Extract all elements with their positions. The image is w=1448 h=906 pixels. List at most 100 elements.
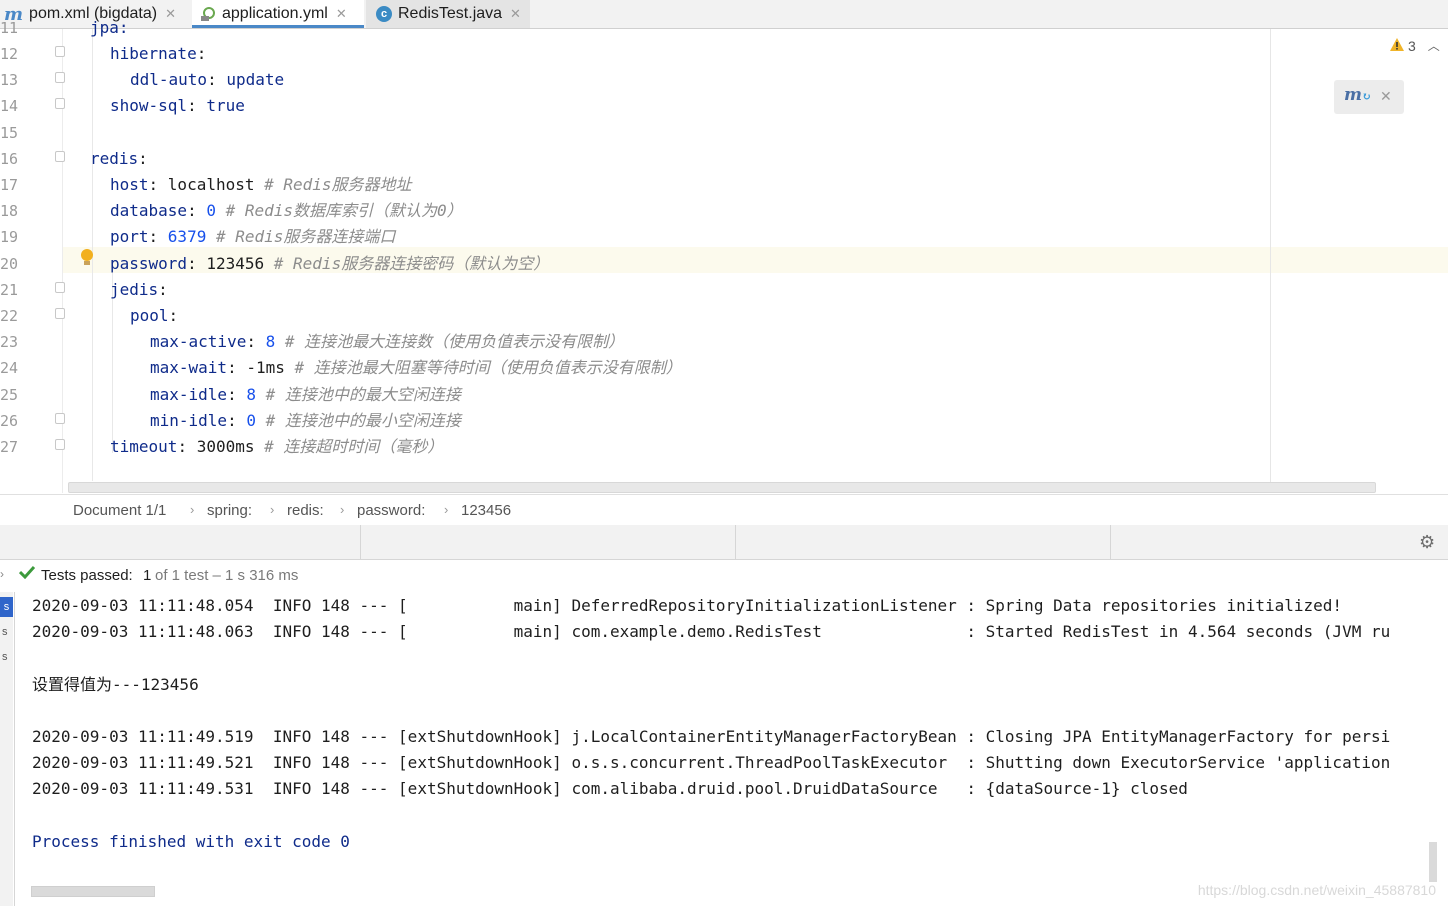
- gear-icon[interactable]: ⚙: [1419, 532, 1435, 553]
- code-sep: :: [158, 279, 168, 299]
- code-sep: :: [148, 175, 168, 194]
- fold-marker[interactable]: [55, 72, 65, 83]
- run-panel-header: ⚙: [0, 525, 1448, 560]
- line-number: 11: [0, 19, 19, 37]
- console-line: 2020-09-03 11:11:49.521 INFO 148 --- [ex…: [32, 753, 1391, 773]
- tests-passed-count: 1: [143, 567, 152, 584]
- console-output[interactable]: 2020-09-03 11:11:48.054 INFO 148 --- [ m…: [14, 592, 1441, 906]
- line-number: 18: [0, 202, 19, 221]
- line-number: 23: [0, 333, 19, 352]
- code-comment: # Redis数据库索引（默认为0）: [225, 201, 463, 221]
- code-line: redis:: [90, 146, 148, 172]
- code-val: localhost: [167, 175, 265, 194]
- warning-icon: [1390, 37, 1404, 54]
- line-number: 16: [0, 149, 19, 168]
- fold-marker[interactable]: [55, 308, 65, 319]
- breadcrumb-password[interactable]: password:: [357, 502, 425, 519]
- line-number: 24: [0, 359, 19, 378]
- console-horizontal-scrollbar[interactable]: [31, 886, 155, 897]
- code-line-partial: jpa:: [90, 18, 129, 37]
- code-sep: :: [177, 437, 197, 456]
- close-icon[interactable]: ✕: [1380, 88, 1392, 105]
- breadcrumb-document[interactable]: Document 1/1: [73, 502, 166, 519]
- fold-marker[interactable]: [55, 282, 65, 293]
- code-key: max-active: [150, 332, 247, 352]
- breadcrumb: Document 1/1 › spring: › redis: › passwo…: [0, 494, 1448, 526]
- horizontal-scrollbar[interactable]: [68, 482, 1376, 493]
- line-number: 17: [0, 176, 19, 194]
- code-key: max-idle: [150, 384, 228, 404]
- test-tree-item[interactable]: s: [0, 597, 13, 617]
- watermark: https://blog.csdn.net/weixin_45887810: [1197, 882, 1436, 898]
- chevron-right-icon: ›: [444, 502, 449, 517]
- code-line: timeout: 3000ms # 连接超时时间（毫秒）: [110, 434, 443, 460]
- code-key: max-wait: [150, 358, 228, 378]
- code-val: 0: [206, 201, 226, 221]
- code-val: 8: [265, 332, 285, 352]
- test-tree-strip: s s s: [0, 592, 13, 906]
- fold-marker[interactable]: [55, 98, 65, 109]
- close-tab-icon[interactable]: ✕: [510, 6, 521, 22]
- code-comment: # 连接池最大阻塞等待时间（使用负值表示没有限制）: [294, 358, 682, 378]
- tests-passed-detail: of 1 test – 1 s 316 ms: [155, 567, 299, 584]
- maven-reload-icon[interactable]: m↻: [1344, 85, 1371, 105]
- code-val: 6379: [167, 227, 216, 247]
- code-key: jedis: [110, 279, 159, 299]
- warnings-indicator[interactable]: 3 ︿: [1390, 37, 1440, 54]
- fold-marker[interactable]: [55, 413, 65, 424]
- java-class-icon: c: [376, 6, 392, 22]
- code-line: max-idle: 8 # 连接池中的最大空闲连接: [150, 382, 461, 408]
- fold-marker[interactable]: [55, 439, 65, 450]
- test-tree-item[interactable]: s: [2, 651, 8, 663]
- tests-passed-label: Tests passed:: [41, 567, 133, 584]
- console-line: 2020-09-03 11:11:49.531 INFO 148 --- [ex…: [32, 779, 1188, 799]
- close-tab-icon[interactable]: ✕: [165, 6, 176, 22]
- code-val: 0: [246, 410, 266, 430]
- code-sep: :: [207, 70, 227, 90]
- code-key: redis: [90, 148, 139, 168]
- code-sep: :: [187, 253, 207, 273]
- code-comment: # 连接池中的最小空闲连接: [265, 410, 461, 430]
- code-line: ddl-auto: update: [130, 67, 284, 93]
- code-line: hibernate:: [110, 41, 206, 67]
- breadcrumb-redis[interactable]: redis:: [287, 502, 324, 519]
- tab-redistest-java[interactable]: c RedisTest.java ✕: [366, 0, 530, 28]
- lightbulb-icon[interactable]: [80, 248, 94, 273]
- code-val: true: [206, 96, 245, 116]
- tab-label: RedisTest.java: [398, 5, 503, 22]
- code-key: show-sql: [110, 96, 188, 116]
- line-number: 26: [0, 411, 19, 430]
- tab-application-yml[interactable]: application.yml ✕: [192, 0, 364, 28]
- code-val: 3000ms: [196, 437, 265, 456]
- divider: [360, 525, 361, 559]
- breadcrumb-spring[interactable]: spring:: [207, 502, 252, 519]
- expand-arrow-icon[interactable]: ›: [0, 567, 4, 581]
- line-number: 27: [0, 438, 19, 456]
- code-val: 8: [246, 384, 266, 404]
- code-key: pool: [130, 306, 169, 325]
- console-line: 2020-09-03 11:11:48.054 INFO 148 --- [ m…: [32, 596, 1343, 615]
- code-key: database: [110, 201, 188, 221]
- line-number: 19: [0, 228, 19, 247]
- code-sep: :: [227, 358, 247, 378]
- chevron-up-icon[interactable]: ︿: [1428, 37, 1440, 54]
- code-line: pool:: [130, 303, 178, 329]
- console-vertical-scrollbar[interactable]: [1429, 842, 1437, 882]
- code-comment: # Redis服务器连接密码（默认为空）: [273, 253, 550, 273]
- maven-reload-popup[interactable]: m↻ ✕: [1334, 80, 1404, 114]
- code-comment: # 连接超时时间（毫秒）: [264, 437, 444, 456]
- console-line: 2020-09-03 11:11:48.063 INFO 148 --- [ m…: [32, 622, 1391, 642]
- fold-marker[interactable]: [55, 151, 65, 162]
- code-editor[interactable]: jpa: 11 12 hibernate: 13 ddl-auto: update 14…: [0, 18, 1448, 493]
- breadcrumb-value[interactable]: 123456: [461, 502, 511, 519]
- console-line: Process finished with exit code 0: [32, 831, 350, 851]
- code-line: jedis:: [110, 277, 168, 303]
- code-sep: :: [246, 332, 266, 352]
- code-line: min-idle: 0 # 连接池中的最小空闲连接: [150, 408, 461, 434]
- right-margin-guide: [1270, 29, 1271, 493]
- close-tab-icon[interactable]: ✕: [336, 6, 347, 22]
- test-tree-item[interactable]: s: [2, 626, 8, 638]
- fold-marker[interactable]: [55, 46, 65, 57]
- check-icon: [18, 565, 36, 583]
- divider: [735, 525, 736, 559]
